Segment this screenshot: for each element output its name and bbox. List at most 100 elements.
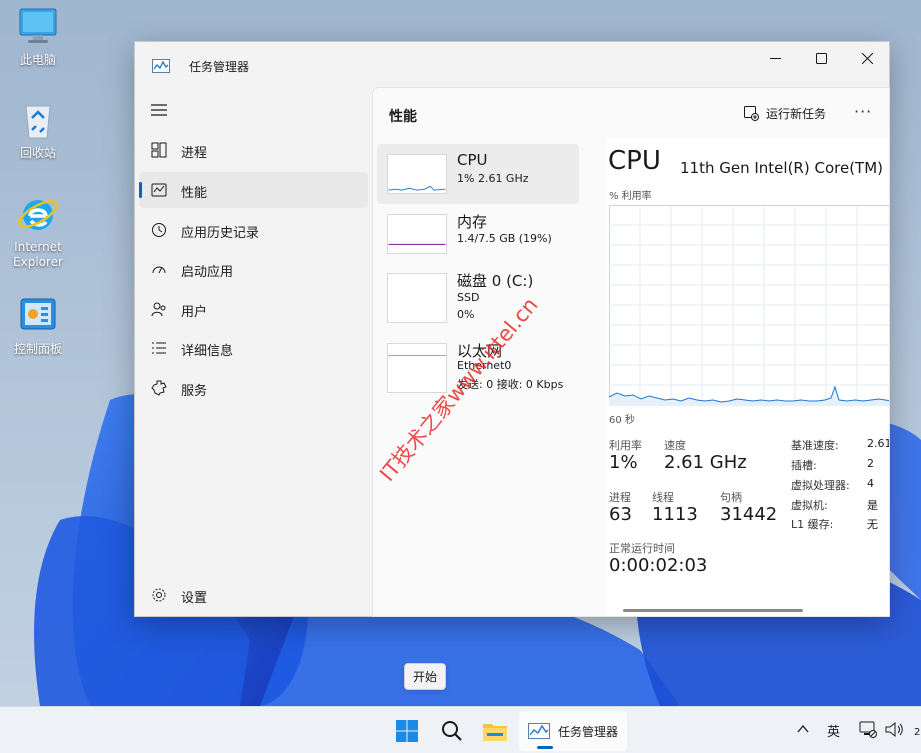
- run-new-task-button[interactable]: 运行新任务: [744, 105, 826, 122]
- performance-icon: [151, 183, 167, 197]
- cpu-detail-panel: CPU 11th Gen Intel(R) Core(TM) i % 利用率 6…: [606, 138, 890, 616]
- horizontal-scrollbar[interactable]: [623, 609, 803, 612]
- startup-icon: [152, 266, 166, 274]
- utilization-label: 利用率: [609, 439, 642, 452]
- sidebar-item-details[interactable]: 详细信息: [139, 330, 368, 366]
- active-indicator: [139, 182, 142, 198]
- resource-detail: 1.4/7.5 GB (19%): [457, 232, 552, 245]
- sidebar-item-startup-apps[interactable]: 启动应用: [139, 251, 368, 287]
- cpu-thumbnail-graph: [387, 154, 447, 194]
- windows-logo-icon: [396, 720, 418, 742]
- resource-name: CPU: [457, 151, 488, 169]
- handles-value: 31442: [720, 504, 778, 525]
- network-icon[interactable]: [859, 721, 877, 738]
- desktop-icon-control-panel[interactable]: 控制面板: [6, 294, 70, 357]
- resource-item-memory[interactable]: 内存 1.4/7.5 GB (19%): [377, 204, 579, 264]
- disk-thumbnail-graph: [387, 273, 447, 323]
- sidebar-item-label: 用户: [181, 305, 208, 320]
- processes-label: 进程: [609, 491, 631, 504]
- content-header: 性能 运行新任务 ···: [373, 88, 889, 138]
- sidebar-item-label: 启动应用: [181, 265, 234, 280]
- desktop-icon-label: Internet Explorer: [13, 240, 63, 269]
- spec-value: 2.61: [867, 437, 890, 450]
- resource-detail: 0%: [457, 308, 475, 321]
- history-icon: [152, 223, 166, 237]
- spec-key: 虚拟机:: [791, 499, 828, 512]
- taskbar-app-label: 任务管理器: [557, 724, 618, 739]
- uptime-value: 0:00:02:03: [609, 555, 708, 576]
- processes-icon: [151, 142, 167, 158]
- desktop-icon-this-pc[interactable]: 此电脑: [6, 5, 70, 68]
- resource-item-disk[interactable]: 磁盘 0 (C:) SSD 0%: [377, 263, 579, 341]
- sidebar-item-settings[interactable]: 设置: [139, 577, 368, 613]
- sidebar-item-users[interactable]: 用户: [139, 291, 368, 327]
- running-indicator: [537, 746, 553, 749]
- spec-value: 2: [867, 457, 874, 470]
- utilization-value: 1%: [609, 452, 638, 473]
- start-tooltip: 开始: [404, 663, 446, 690]
- sidebar-item-label: 设置: [181, 591, 208, 606]
- control-panel-icon: [20, 298, 56, 330]
- desktop-icon-label: 回收站: [19, 146, 56, 160]
- resource-item-cpu[interactable]: CPU 1% 2.61 GHz: [377, 144, 579, 204]
- minimize-icon: [769, 57, 781, 59]
- spec-value: 4: [867, 477, 874, 490]
- search-button[interactable]: [431, 711, 473, 751]
- sidebar: 进程 性能 应用历史记录 启动应用 用户 详细信息 服务 设置: [135, 88, 371, 617]
- sidebar-item-processes[interactable]: 进程: [139, 132, 368, 168]
- title-bar[interactable]: 任务管理器: [135, 42, 889, 88]
- monitor-icon: [19, 8, 57, 43]
- desktop-icon-label: 此电脑: [19, 53, 56, 67]
- sidebar-item-label: 应用历史记录: [181, 226, 260, 241]
- internet-explorer-icon: [18, 200, 58, 230]
- spec-key: L1 缓存:: [791, 518, 834, 531]
- utilization-axis-label: % 利用率: [609, 191, 652, 202]
- search-icon: [442, 721, 462, 741]
- details-icon: [152, 342, 166, 354]
- resource-detail: 1% 2.61 GHz: [457, 172, 529, 185]
- hamburger-menu-icon[interactable]: [151, 104, 167, 116]
- sidebar-item-app-history[interactable]: 应用历史记录: [139, 212, 368, 248]
- cpu-utilization-graph: [609, 205, 889, 406]
- spec-key: 基准速度:: [791, 439, 839, 452]
- window-title: 任务管理器: [189, 60, 250, 74]
- close-button[interactable]: [844, 42, 890, 74]
- start-button[interactable]: [386, 711, 428, 751]
- task-manager-icon: [152, 59, 170, 73]
- minimize-button[interactable]: [752, 42, 798, 74]
- more-options-button[interactable]: ···: [854, 102, 872, 121]
- performance-content: 性能 运行新任务 ··· CPU 1% 2.61 GHz 内存 1.4/7.5 …: [372, 87, 890, 617]
- spec-value: 是: [867, 499, 878, 512]
- page-title: 性能: [389, 109, 417, 125]
- maximize-icon: [815, 52, 827, 64]
- resource-name: 内存: [457, 213, 488, 231]
- maximize-button[interactable]: [798, 42, 844, 74]
- spec-key: 插槽:: [791, 459, 817, 472]
- handles-label: 句柄: [720, 491, 742, 504]
- input-method-indicator[interactable]: 英: [827, 721, 840, 740]
- desktop-icon-recycle-bin[interactable]: 回收站: [6, 98, 70, 161]
- speed-label: 速度: [664, 439, 686, 452]
- sidebar-item-services[interactable]: 服务: [139, 370, 368, 406]
- ethernet-thumbnail-graph: [387, 343, 447, 393]
- threads-value: 1113: [652, 504, 698, 525]
- detail-heading: CPU: [608, 146, 661, 176]
- uptime-label: 正常运行时间: [609, 542, 675, 555]
- recycle-bin-icon: [25, 105, 51, 139]
- file-explorer-button[interactable]: [474, 711, 516, 751]
- sidebar-item-performance[interactable]: 性能: [139, 172, 368, 208]
- run-new-task-label: 运行新任务: [766, 107, 827, 121]
- task-manager-icon: [527, 723, 550, 739]
- resource-name: 磁盘 0 (C:): [457, 272, 534, 290]
- new-task-icon: [744, 106, 759, 121]
- taskbar-app-task-manager[interactable]: 任务管理器: [519, 711, 627, 751]
- clock[interactable]: 2: [914, 727, 920, 738]
- spec-key: 虚拟处理器:: [791, 479, 850, 492]
- desktop-icon-label: 控制面板: [13, 342, 62, 356]
- desktop-icon-internet-explorer[interactable]: Internet Explorer: [6, 192, 70, 270]
- taskbar: 任务管理器 英 2: [0, 706, 921, 753]
- close-icon: [861, 52, 873, 64]
- resource-detail: SSD: [457, 291, 480, 304]
- chevron-up-icon[interactable]: [797, 724, 809, 734]
- volume-icon[interactable]: [885, 721, 905, 738]
